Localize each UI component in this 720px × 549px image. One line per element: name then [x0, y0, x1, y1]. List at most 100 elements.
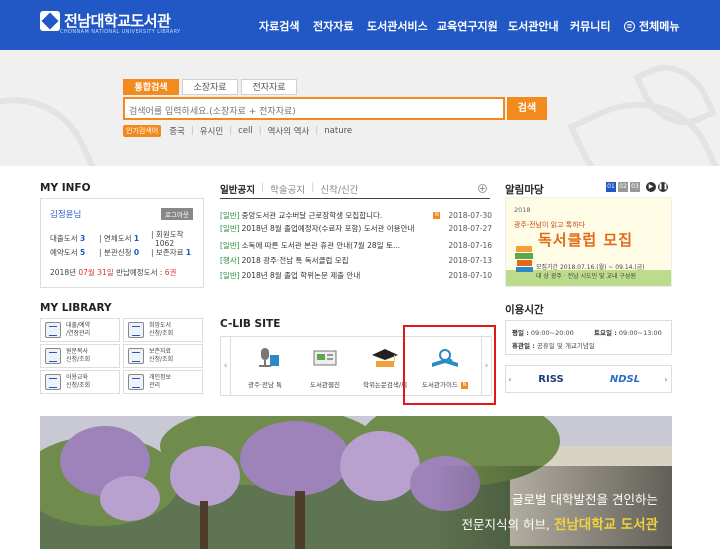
- page-3-button[interactable]: 03: [630, 182, 640, 192]
- banner-line-2: 전문지식의 허브, 전남대학교 도서관: [461, 517, 659, 533]
- menu-circle-icon: ≡: [624, 20, 635, 32]
- wish-book-button[interactable]: 희망도서 신청/조회: [123, 318, 203, 342]
- event-banner[interactable]: 2018 광주·전남이 읽고 톡하다 독서클럽 모집 모집기간 2018.07.…: [505, 197, 672, 287]
- nav-eresources[interactable]: 전자자료: [313, 18, 353, 34]
- notice-row[interactable]: [행사] 2018 광주·전남 톡 독서클럽 모집 2018-07-13: [220, 253, 492, 267]
- clib-heading: C-LIB SITE: [220, 318, 281, 330]
- logo-subtitle: CHONNAM NATIONAL UNIVERSITY LIBRARY: [60, 29, 181, 35]
- user-name: 김정윤님: [50, 210, 82, 220]
- popular-keywords: 인기검색어 중국 | 유시민 | cell | 역사의 역사 | nature: [123, 125, 352, 137]
- popular-keyword[interactable]: 유시민: [200, 125, 223, 137]
- graduation-cap-icon: [372, 349, 398, 367]
- magazine-icon: [313, 350, 337, 366]
- notice-divider: [220, 198, 490, 199]
- search-tabs: 통합검색 소장자료 전자자료: [123, 79, 300, 95]
- myinfo-panel: 김정윤님 로그아웃 대출도서 3 | 연체도서 1 | 회원도착 1062 예약…: [40, 198, 204, 288]
- tab-new-arrivals[interactable]: 신착/신간: [320, 182, 358, 196]
- user-icon: [128, 374, 144, 390]
- book-stack-icon: [515, 246, 533, 272]
- archive-request-button[interactable]: 보존자료 신청/조회: [123, 344, 203, 368]
- wisteria-flowers: [340, 431, 420, 501]
- links-next-button[interactable]: ›: [662, 375, 670, 384]
- hours-weekday: 평일 : 09:00~20:00: [512, 329, 574, 337]
- popular-keyword[interactable]: nature: [324, 126, 352, 136]
- education-icon: [45, 374, 61, 390]
- checklist-icon: [45, 322, 61, 338]
- wisteria-flowers: [100, 476, 160, 521]
- event-pager: 01 02 03 ▶ ❚❚: [604, 182, 668, 192]
- notice-row[interactable]: [일반] 중앙도서관 교수버달 근로장학생 모집합니다. N 2018-07-30: [220, 208, 492, 222]
- personal-info-button[interactable]: 개인정보 관리: [123, 370, 203, 394]
- event-target: 대 상 광주 · 전남 시도민 및 교내 구성원: [536, 273, 636, 280]
- notice-tabs: 일반공지 | 학술공지 | 신착/신간: [220, 182, 359, 196]
- logo-text: 전남대학교도서관: [64, 11, 171, 30]
- notice-row[interactable]: [일반] 소독에 따른 도서관 본관 휴관 안내(7월 28일 토... 2018-…: [220, 238, 492, 252]
- clib-item-gwangju-talk[interactable]: 광주·전남 톡: [237, 347, 293, 389]
- search-input[interactable]: [125, 102, 503, 122]
- myinfo-heading: MY INFO: [40, 182, 91, 194]
- nav-community[interactable]: 커뮤니티: [570, 18, 610, 34]
- document-check-icon: [45, 348, 61, 364]
- reserve-count[interactable]: 예약도서 5: [50, 247, 85, 258]
- due-summary: 2018년 07월 31일 반납예정도서 : 6권: [50, 268, 177, 277]
- education-request-button[interactable]: 이용교육 신청/조회: [40, 370, 120, 394]
- all-menu-label: 전체메뉴: [639, 20, 680, 33]
- nav-library-services[interactable]: 도서관서비스: [367, 18, 428, 34]
- notice-more-icon[interactable]: +: [478, 184, 487, 193]
- all-menu-button[interactable]: ≡ 전체메뉴: [624, 18, 679, 34]
- hours-heading: 이용시간: [505, 304, 544, 316]
- event-period: 모집기간 2018.07.16.(월) ~ 09.14.(금): [536, 264, 645, 271]
- tab-general-notice[interactable]: 일반공지: [220, 182, 255, 196]
- popular-keyword[interactable]: 중국: [169, 125, 185, 137]
- tab-integrated-search[interactable]: 통합검색: [123, 79, 179, 95]
- tab-academic-notice[interactable]: 학술공지: [270, 182, 305, 196]
- apply-count[interactable]: | 분관신청 0: [99, 247, 139, 258]
- header-bar: 전남대학교도서관 CHONNAM NATIONAL UNIVERSITY LIB…: [0, 0, 720, 50]
- nav-library-guide[interactable]: 도서관안내: [508, 18, 559, 34]
- hours-panel: 평일 : 09:00~20:00 토요일 : 09:00~13:00 휴관일 :…: [505, 320, 672, 355]
- tree-trunk: [295, 491, 305, 549]
- clib-item-webzine[interactable]: 도서관웹진: [297, 347, 353, 389]
- highlight-box: [403, 325, 496, 405]
- riss-link[interactable]: RISS: [517, 368, 585, 390]
- nav-search[interactable]: 자료검색: [259, 18, 299, 34]
- popular-keyword[interactable]: cell: [238, 126, 253, 136]
- hours-saturday: 토요일 : 09:00~13:00: [594, 329, 662, 337]
- event-heading: 알림마당: [505, 184, 544, 196]
- notice-row[interactable]: [일반] 2018년 8월 졸업 학위논문 제출 안내 2018-07-10: [220, 268, 492, 282]
- loan-reserve-button[interactable]: 대출/예약/연장관리: [40, 318, 120, 342]
- play-icon[interactable]: ▶: [646, 182, 656, 192]
- keep-count[interactable]: | 보존자료 1: [151, 247, 191, 258]
- event-year: 2018: [514, 206, 531, 214]
- pause-icon[interactable]: ❚❚: [658, 182, 668, 192]
- mylibrary-grid: 대출/예약/연장관리 희망도서 신청/조회 원문복사 신청/조회 보존자료 신청/조회…: [40, 318, 204, 394]
- ndsl-link[interactable]: NDSL: [591, 368, 659, 390]
- mylibrary-heading: MY LIBRARY: [40, 302, 112, 314]
- nav-research-support[interactable]: 교육연구지원: [437, 18, 498, 34]
- search-button[interactable]: 검색: [507, 97, 547, 120]
- loan-count[interactable]: 대출도서 3: [50, 233, 85, 244]
- links-prev-button[interactable]: ‹: [506, 375, 514, 384]
- library-logo[interactable]: 전남대학교도서관: [40, 11, 171, 31]
- logout-button[interactable]: 로그아웃: [161, 208, 193, 220]
- overdue-count[interactable]: | 연체도서 1: [99, 233, 139, 244]
- clib-prev-button[interactable]: ‹: [221, 337, 231, 395]
- notice-row[interactable]: [일반] 2018년 8월 졸업예정자(수료자 포함) 도서관 이용안내 2018-…: [220, 221, 492, 235]
- tab-holdings[interactable]: 소장자료: [182, 79, 238, 95]
- external-links: ‹ RISS NDSL ›: [505, 365, 672, 393]
- tab-eresources[interactable]: 전자자료: [241, 79, 297, 95]
- wisteria-flowers: [170, 446, 240, 506]
- book-icon: [128, 322, 144, 338]
- page-1-button[interactable]: 01: [606, 182, 616, 192]
- copy-request-button[interactable]: 원문복사 신청/조회: [40, 344, 120, 368]
- new-badge-icon: N: [433, 211, 441, 219]
- emblem-icon: [40, 11, 60, 31]
- event-title: 독서클럽 모집: [538, 231, 634, 249]
- popular-label: 인기검색어: [123, 125, 162, 137]
- search-box: [123, 97, 505, 122]
- popular-keyword[interactable]: 역사의 역사: [268, 125, 310, 137]
- wisteria-flowers: [240, 421, 350, 496]
- page-2-button[interactable]: 02: [618, 182, 628, 192]
- archive-icon: [128, 348, 144, 364]
- banner-line-1: 글로벌 대학발전을 견인하는: [512, 492, 658, 507]
